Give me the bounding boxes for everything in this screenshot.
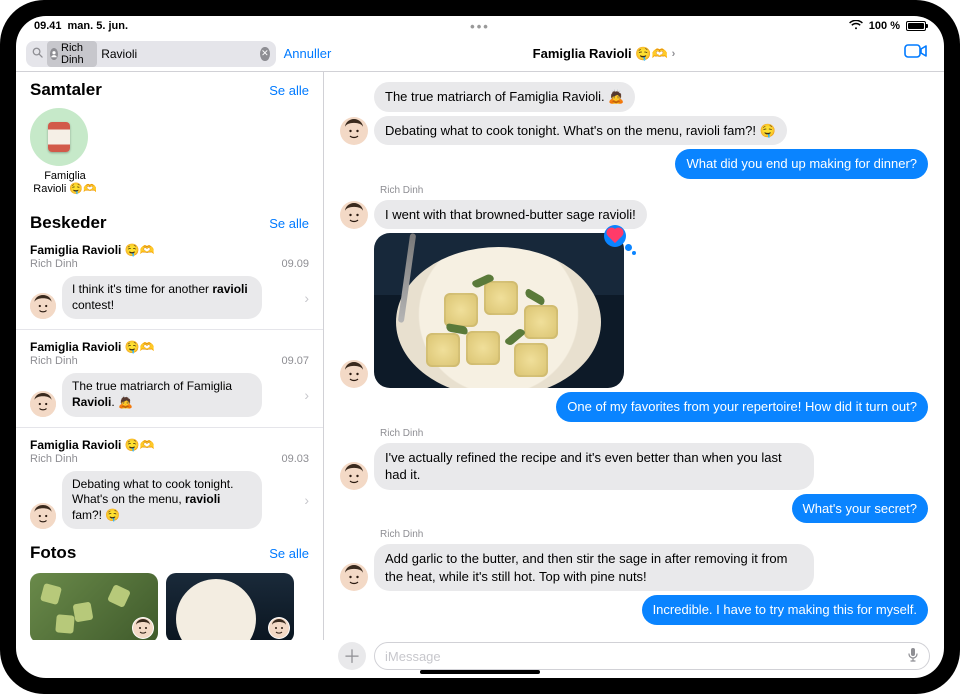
chevron-right-icon: › <box>304 387 309 403</box>
attach-button[interactable]: ＋ <box>338 642 366 670</box>
battery-percent: 100 % <box>869 20 900 32</box>
status-date: man. 5. jun. <box>68 20 129 32</box>
message-result[interactable]: Famiglia Ravioli 🤤🫶Rich Dinh 09.07 The tru… <box>16 329 323 422</box>
message-result-preview: Debating what to cook tonight. What's on… <box>62 471 262 530</box>
photo-result[interactable] <box>30 573 158 640</box>
sender-avatar-icon <box>30 293 56 319</box>
sender-avatar-icon <box>340 563 368 591</box>
message-input-placeholder: iMessage <box>385 649 441 664</box>
search-input[interactable] <box>101 47 256 61</box>
message-result-preview: I think it's time for another ravioli co… <box>62 276 262 319</box>
sender-avatar-icon <box>268 617 290 639</box>
message-bubble[interactable]: Debating what to cook tonight. What's on… <box>374 116 787 146</box>
message-bubble[interactable]: Incredible. I have to try making this fo… <box>642 595 928 625</box>
message-result-time: 09.03 <box>281 453 309 465</box>
battery-icon <box>906 21 926 31</box>
search-field[interactable]: Rich Dinh ✕ <box>26 41 276 67</box>
tapback-love-icon[interactable] <box>604 225 630 251</box>
sender-avatar-icon <box>132 617 154 639</box>
status-time: 09.41 <box>34 20 62 32</box>
see-all-fotos[interactable]: Se alle <box>269 546 309 561</box>
sender-name-label: Rich Dinh <box>380 529 928 540</box>
message-input[interactable]: iMessage <box>374 642 930 670</box>
sender-avatar-icon <box>340 360 368 388</box>
sidebar: Samtaler Se alle FamigliaRavioli 🤤🫶 Besk… <box>16 72 324 640</box>
person-icon <box>50 48 58 60</box>
message-image[interactable] <box>374 233 624 388</box>
sender-avatar-icon <box>30 391 56 417</box>
conversation-title-button[interactable]: Famiglia Ravioli 🤤🫶 › <box>324 46 884 62</box>
message-bubble[interactable]: What's your secret? <box>792 494 928 524</box>
sender-name-label: Rich Dinh <box>380 185 928 196</box>
photo-result[interactable] <box>166 573 294 640</box>
conversation-result-label: FamigliaRavioli 🤤🫶 <box>30 170 100 195</box>
message-result-sender: Rich Dinh <box>30 355 78 367</box>
can-icon <box>48 122 70 152</box>
nav-bar: Rich Dinh ✕ Annuller Famiglia Ravioli 🤤🫶… <box>16 36 944 72</box>
message-result-group: Famiglia Ravioli 🤤🫶 <box>30 243 309 257</box>
message-bubble[interactable]: What did you end up making for dinner? <box>675 149 928 179</box>
message-result-group: Famiglia Ravioli 🤤🫶 <box>30 340 309 354</box>
plus-icon: ＋ <box>343 643 361 669</box>
message-result-sender: Rich Dinh <box>30 258 78 270</box>
message-result-group: Famiglia Ravioli 🤤🫶 <box>30 438 309 452</box>
wifi-icon <box>849 20 863 33</box>
message-input-bar: ＋ iMessage <box>324 640 944 678</box>
conversation-result[interactable]: FamigliaRavioli 🤤🫶 <box>16 104 323 205</box>
section-beskeder-title: Beskeder <box>30 213 107 233</box>
facetime-button[interactable] <box>904 42 928 65</box>
sender-avatar-icon <box>30 503 56 529</box>
conversation-view: The true matriarch of Famiglia Ravioli. … <box>324 72 944 640</box>
message-bubble[interactable]: The true matriarch of Famiglia Ravioli. … <box>374 82 635 112</box>
message-result[interactable]: Famiglia Ravioli 🤤🫶Rich Dinh 09.09 I think… <box>16 237 323 325</box>
sender-avatar-icon <box>340 462 368 490</box>
group-avatar <box>30 108 88 166</box>
message-result[interactable]: Famiglia Ravioli 🤤🫶Rich Dinh 09.03 Debatin… <box>16 427 323 536</box>
conversation-title: Famiglia Ravioli 🤤🫶 <box>533 46 668 62</box>
sender-avatar-icon <box>340 201 368 229</box>
section-samtaler-title: Samtaler <box>30 80 102 100</box>
see-all-samtaler[interactable]: Se alle <box>269 83 309 98</box>
message-bubble[interactable]: One of my favorites from your repertoire… <box>556 392 928 422</box>
section-fotos-title: Fotos <box>30 543 76 563</box>
message-bubble[interactable]: I've actually refined the recipe and it'… <box>374 443 814 490</box>
search-icon <box>32 47 43 61</box>
sender-name-label: Rich Dinh <box>380 428 928 439</box>
chevron-right-icon: › <box>304 290 309 306</box>
search-token-label: Rich Dinh <box>61 42 92 66</box>
home-indicator[interactable] <box>420 670 540 674</box>
status-bar: 09.41 man. 5. jun. ••• 100 % <box>16 16 944 36</box>
chevron-right-icon: › <box>672 48 676 60</box>
see-all-beskeder[interactable]: Se alle <box>269 216 309 231</box>
message-result-time: 09.07 <box>281 355 309 367</box>
message-result-sender: Rich Dinh <box>30 453 78 465</box>
message-result-time: 09.09 <box>281 258 309 270</box>
search-token-person[interactable]: Rich Dinh <box>47 41 97 67</box>
sender-avatar-icon <box>340 117 368 145</box>
message-bubble[interactable]: Add garlic to the butter, and then stir … <box>374 544 814 591</box>
dictation-button[interactable] <box>907 647 919 666</box>
clear-search-button[interactable]: ✕ <box>260 47 269 61</box>
multitasking-indicator[interactable]: ••• <box>470 19 490 34</box>
chevron-right-icon: › <box>304 492 309 508</box>
message-result-preview: The true matriarch of Famiglia Ravioli. … <box>62 373 262 416</box>
